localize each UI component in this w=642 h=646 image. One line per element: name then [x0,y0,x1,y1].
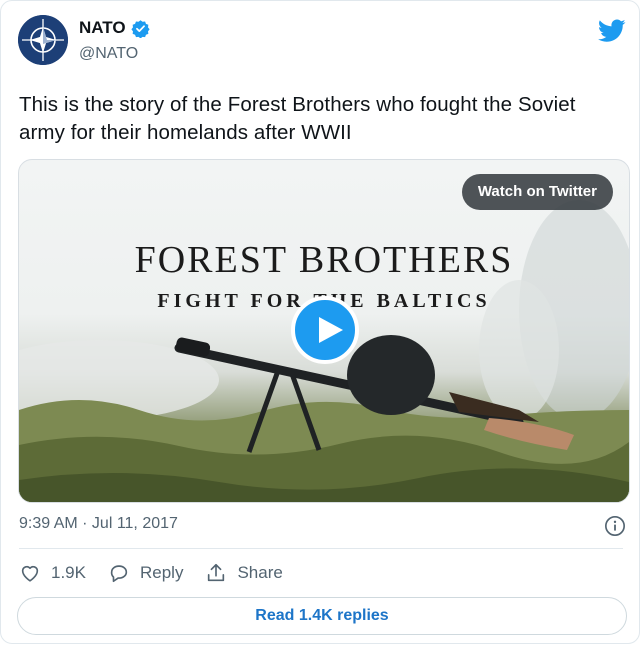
like-button[interactable]: 1.9K [19,562,86,584]
share-icon [208,563,225,582]
watch-on-twitter-button[interactable]: Watch on Twitter [461,174,613,210]
author-name-row[interactable]: NATO [79,18,150,38]
share-button[interactable]: Share [205,562,283,584]
video-thumbnail[interactable]: FOREST BROTHERS FIGHT FOR THE BALTICS Wa… [18,159,630,503]
reply-button[interactable]: Reply [108,562,183,584]
reply-icon [110,565,128,583]
author-name[interactable]: NATO [79,18,126,38]
info-icon[interactable] [604,515,626,537]
avatar[interactable] [18,15,68,65]
tweet-card: NATO @NATO This is the story of the Fore… [0,0,640,644]
share-label: Share [237,563,283,582]
play-icon[interactable] [291,296,359,364]
tweet-timestamp[interactable]: 9:39 AM · Jul 11, 2017 [19,515,178,533]
reply-label: Reply [139,563,184,582]
video-title: FOREST BROTHERS [134,239,514,281]
heart-icon [21,565,39,582]
author-handle[interactable]: @NATO [79,45,138,63]
like-count: 1.9K [51,563,86,582]
action-bar: 1.9K Reply Share [19,562,305,584]
twitter-bird-icon[interactable] [598,19,626,43]
verified-badge-icon [130,19,150,38]
divider [19,548,623,549]
nato-compass-star-icon [18,15,68,65]
read-replies-button[interactable]: Read 1.4K replies [17,597,627,635]
tweet-text: This is the story of the Forest Brothers… [19,93,576,144]
